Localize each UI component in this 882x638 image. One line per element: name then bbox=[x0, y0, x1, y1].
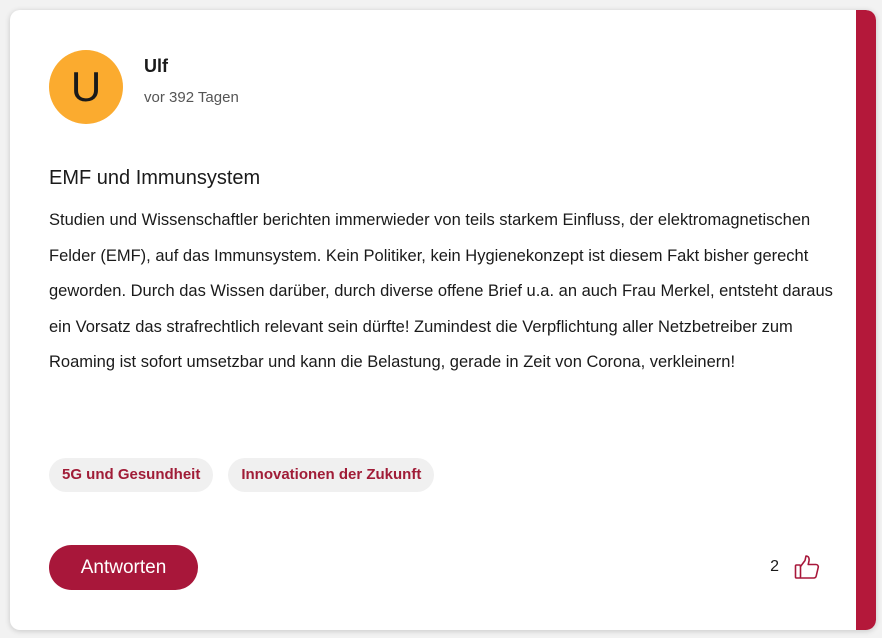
comment-card: U Ulf vor 392 Tagen EMF und Immunsystem … bbox=[10, 10, 876, 630]
post-timestamp: vor 392 Tagen bbox=[144, 89, 239, 106]
post-body: Studien und Wissenschaftler berichten im… bbox=[49, 211, 833, 371]
avatar: U bbox=[49, 50, 123, 124]
post-title: EMF und Immunsystem bbox=[49, 167, 261, 189]
author-name: Ulf bbox=[144, 56, 168, 76]
like-area: 2 bbox=[770, 553, 821, 581]
tag-list: 5G und Gesundheit Innovationen der Zukun… bbox=[49, 458, 435, 492]
tag-5g-gesundheit[interactable]: 5G und Gesundheit bbox=[49, 458, 214, 492]
thumbs-up-icon[interactable] bbox=[793, 553, 821, 581]
accent-bar bbox=[856, 10, 876, 630]
reply-button[interactable]: Antworten bbox=[49, 545, 198, 590]
like-count: 2 bbox=[770, 558, 779, 575]
tag-innovationen-zukunft[interactable]: Innovationen der Zukunft bbox=[228, 458, 435, 492]
